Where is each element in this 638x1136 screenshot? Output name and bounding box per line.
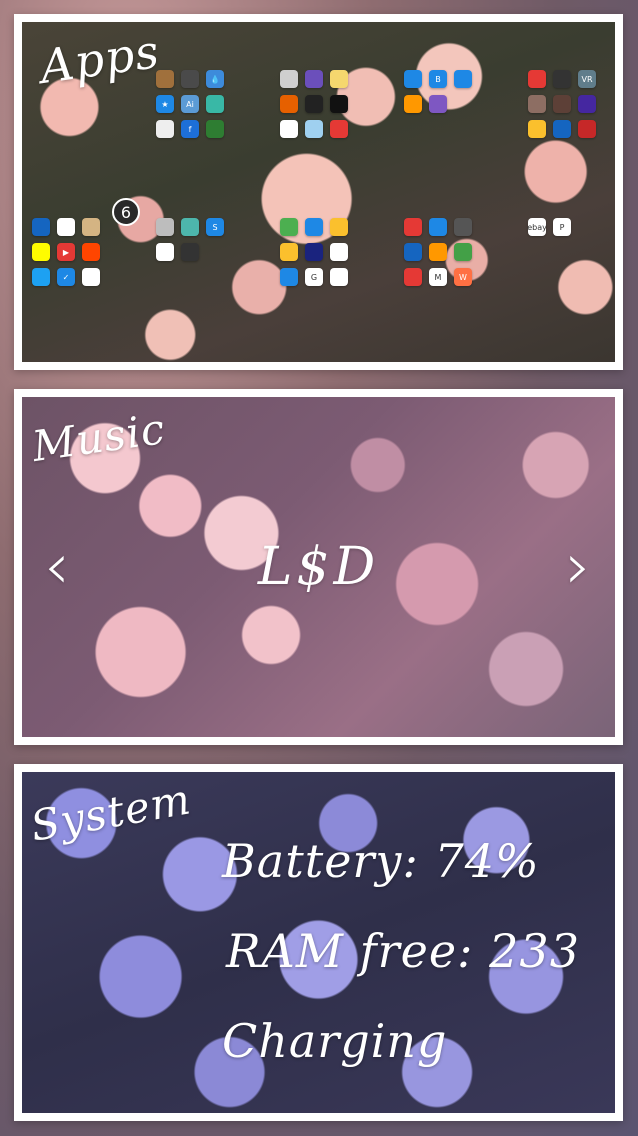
s-app-icon[interactable]: S: [206, 218, 224, 236]
google-app-icon[interactable]: G: [305, 268, 323, 286]
blue-app-icon[interactable]: [32, 218, 50, 236]
gmail-app-icon[interactable]: M: [429, 268, 447, 286]
white-app-icon[interactable]: [156, 243, 174, 261]
green-ring-app-icon[interactable]: [454, 243, 472, 261]
shooter-app-icon[interactable]: [553, 95, 571, 113]
purple-drop-app-icon[interactable]: [429, 95, 447, 113]
earth-app-icon[interactable]: [305, 243, 323, 261]
game-app-icon[interactable]: [553, 70, 571, 88]
music-panel: Music ‹ L$D ›: [14, 389, 623, 745]
stripe-app-icon[interactable]: [82, 268, 100, 286]
next-track-button[interactable]: ›: [565, 535, 591, 599]
teal-app-icon[interactable]: [206, 95, 224, 113]
colorful-ring-app-icon[interactable]: [305, 70, 323, 88]
w-app-icon[interactable]: W: [454, 268, 472, 286]
app-folder-9[interactable]: ebay P: [527, 218, 596, 236]
app-folder-8[interactable]: MW: [404, 218, 472, 286]
messenger-app-icon[interactable]: [57, 218, 75, 236]
track-title[interactable]: L$D: [22, 537, 615, 597]
inbox-app-icon[interactable]: [280, 268, 298, 286]
red-game-app-icon[interactable]: [578, 120, 596, 138]
flux-app-icon[interactable]: f: [181, 120, 199, 138]
water-drop-app-icon[interactable]: 💧: [206, 70, 224, 88]
reddit-app-icon[interactable]: [82, 243, 100, 261]
camera-vintage-app-icon[interactable]: [82, 218, 100, 236]
yellow-frame-app-icon[interactable]: [330, 70, 348, 88]
blue-gear-app-icon[interactable]: [404, 70, 422, 88]
keep-app-icon[interactable]: [280, 243, 298, 261]
apps-title: Apps: [36, 23, 163, 95]
maps-app-icon[interactable]: [280, 218, 298, 236]
gray-circle-app-icon[interactable]: [280, 70, 298, 88]
app-folder-1[interactable]: 💧 ★ Ai f: [156, 70, 224, 138]
app-folder-4[interactable]: VR: [528, 70, 596, 138]
ebay-app-icon[interactable]: ebay: [527, 218, 547, 236]
snapchat-app-icon[interactable]: [32, 243, 50, 261]
face-game-app-icon[interactable]: [528, 120, 546, 138]
docs-app-icon[interactable]: [305, 218, 323, 236]
charging-status-text: Charging: [222, 1014, 448, 1068]
crop-app-icon[interactable]: [330, 120, 348, 138]
bus-app-icon[interactable]: [404, 243, 422, 261]
blue-bars-app-icon[interactable]: [429, 218, 447, 236]
battery-level-text: Battery: 74%: [222, 834, 540, 888]
gray-app-icon[interactable]: [156, 218, 174, 236]
app-folder-6[interactable]: S: [156, 218, 224, 261]
orange-ring-app-icon[interactable]: [404, 95, 422, 113]
paypal-app-icon[interactable]: P: [553, 218, 571, 236]
train-app-icon[interactable]: [404, 268, 422, 286]
chrome-app-icon[interactable]: [330, 268, 348, 286]
apps-panel: Apps 💧 ★ Ai f B VR ▶ ✓ S G MW ebay P 6: [14, 14, 623, 370]
brown-app-icon[interactable]: [156, 70, 174, 88]
app-folder-7[interactable]: G: [280, 218, 348, 286]
system-title: System: [26, 774, 195, 851]
pokeball-app-icon[interactable]: [528, 70, 546, 88]
music-title: Music: [29, 403, 169, 472]
sd-card-app-icon[interactable]: [181, 70, 199, 88]
app-folder-3[interactable]: B: [404, 70, 472, 113]
sonic-app-icon[interactable]: [553, 120, 571, 138]
camera-app-icon[interactable]: [305, 95, 323, 113]
vr-app-icon[interactable]: VR: [578, 70, 596, 88]
ram-free-text: RAM free: 233: [226, 924, 580, 978]
check-app-icon[interactable]: ✓: [57, 268, 75, 286]
orange-app-icon[interactable]: [429, 243, 447, 261]
dark-app-icon[interactable]: [330, 95, 348, 113]
purple-game-app-icon[interactable]: [578, 95, 596, 113]
opera-app-icon[interactable]: [404, 218, 422, 236]
app-folder-2[interactable]: [280, 70, 348, 138]
blue-ai-app-icon[interactable]: Ai: [181, 95, 199, 113]
pastel-app-icon[interactable]: [305, 120, 323, 138]
green-graph-app-icon[interactable]: [206, 120, 224, 138]
notification-badge: 6: [112, 198, 140, 226]
photos-app-icon[interactable]: [330, 243, 348, 261]
app-folder-5[interactable]: ▶ ✓: [32, 218, 100, 286]
firefox-app-icon[interactable]: [280, 95, 298, 113]
cart-app-icon[interactable]: [454, 70, 472, 88]
dark-photo-app-icon[interactable]: [181, 243, 199, 261]
youtube-app-icon[interactable]: ▶: [57, 243, 75, 261]
wifi-app-icon[interactable]: [454, 218, 472, 236]
system-panel: System Battery: 74% RAM free: 233 Chargi…: [14, 764, 623, 1121]
character-app-icon[interactable]: [528, 95, 546, 113]
drill-app-icon[interactable]: [156, 120, 174, 138]
star-app-icon[interactable]: ★: [156, 95, 174, 113]
landscape-app-icon[interactable]: [181, 218, 199, 236]
twitter-app-icon[interactable]: [32, 268, 50, 286]
slides-app-icon[interactable]: [330, 218, 348, 236]
qr-app-icon[interactable]: [280, 120, 298, 138]
b-app-icon[interactable]: B: [429, 70, 447, 88]
